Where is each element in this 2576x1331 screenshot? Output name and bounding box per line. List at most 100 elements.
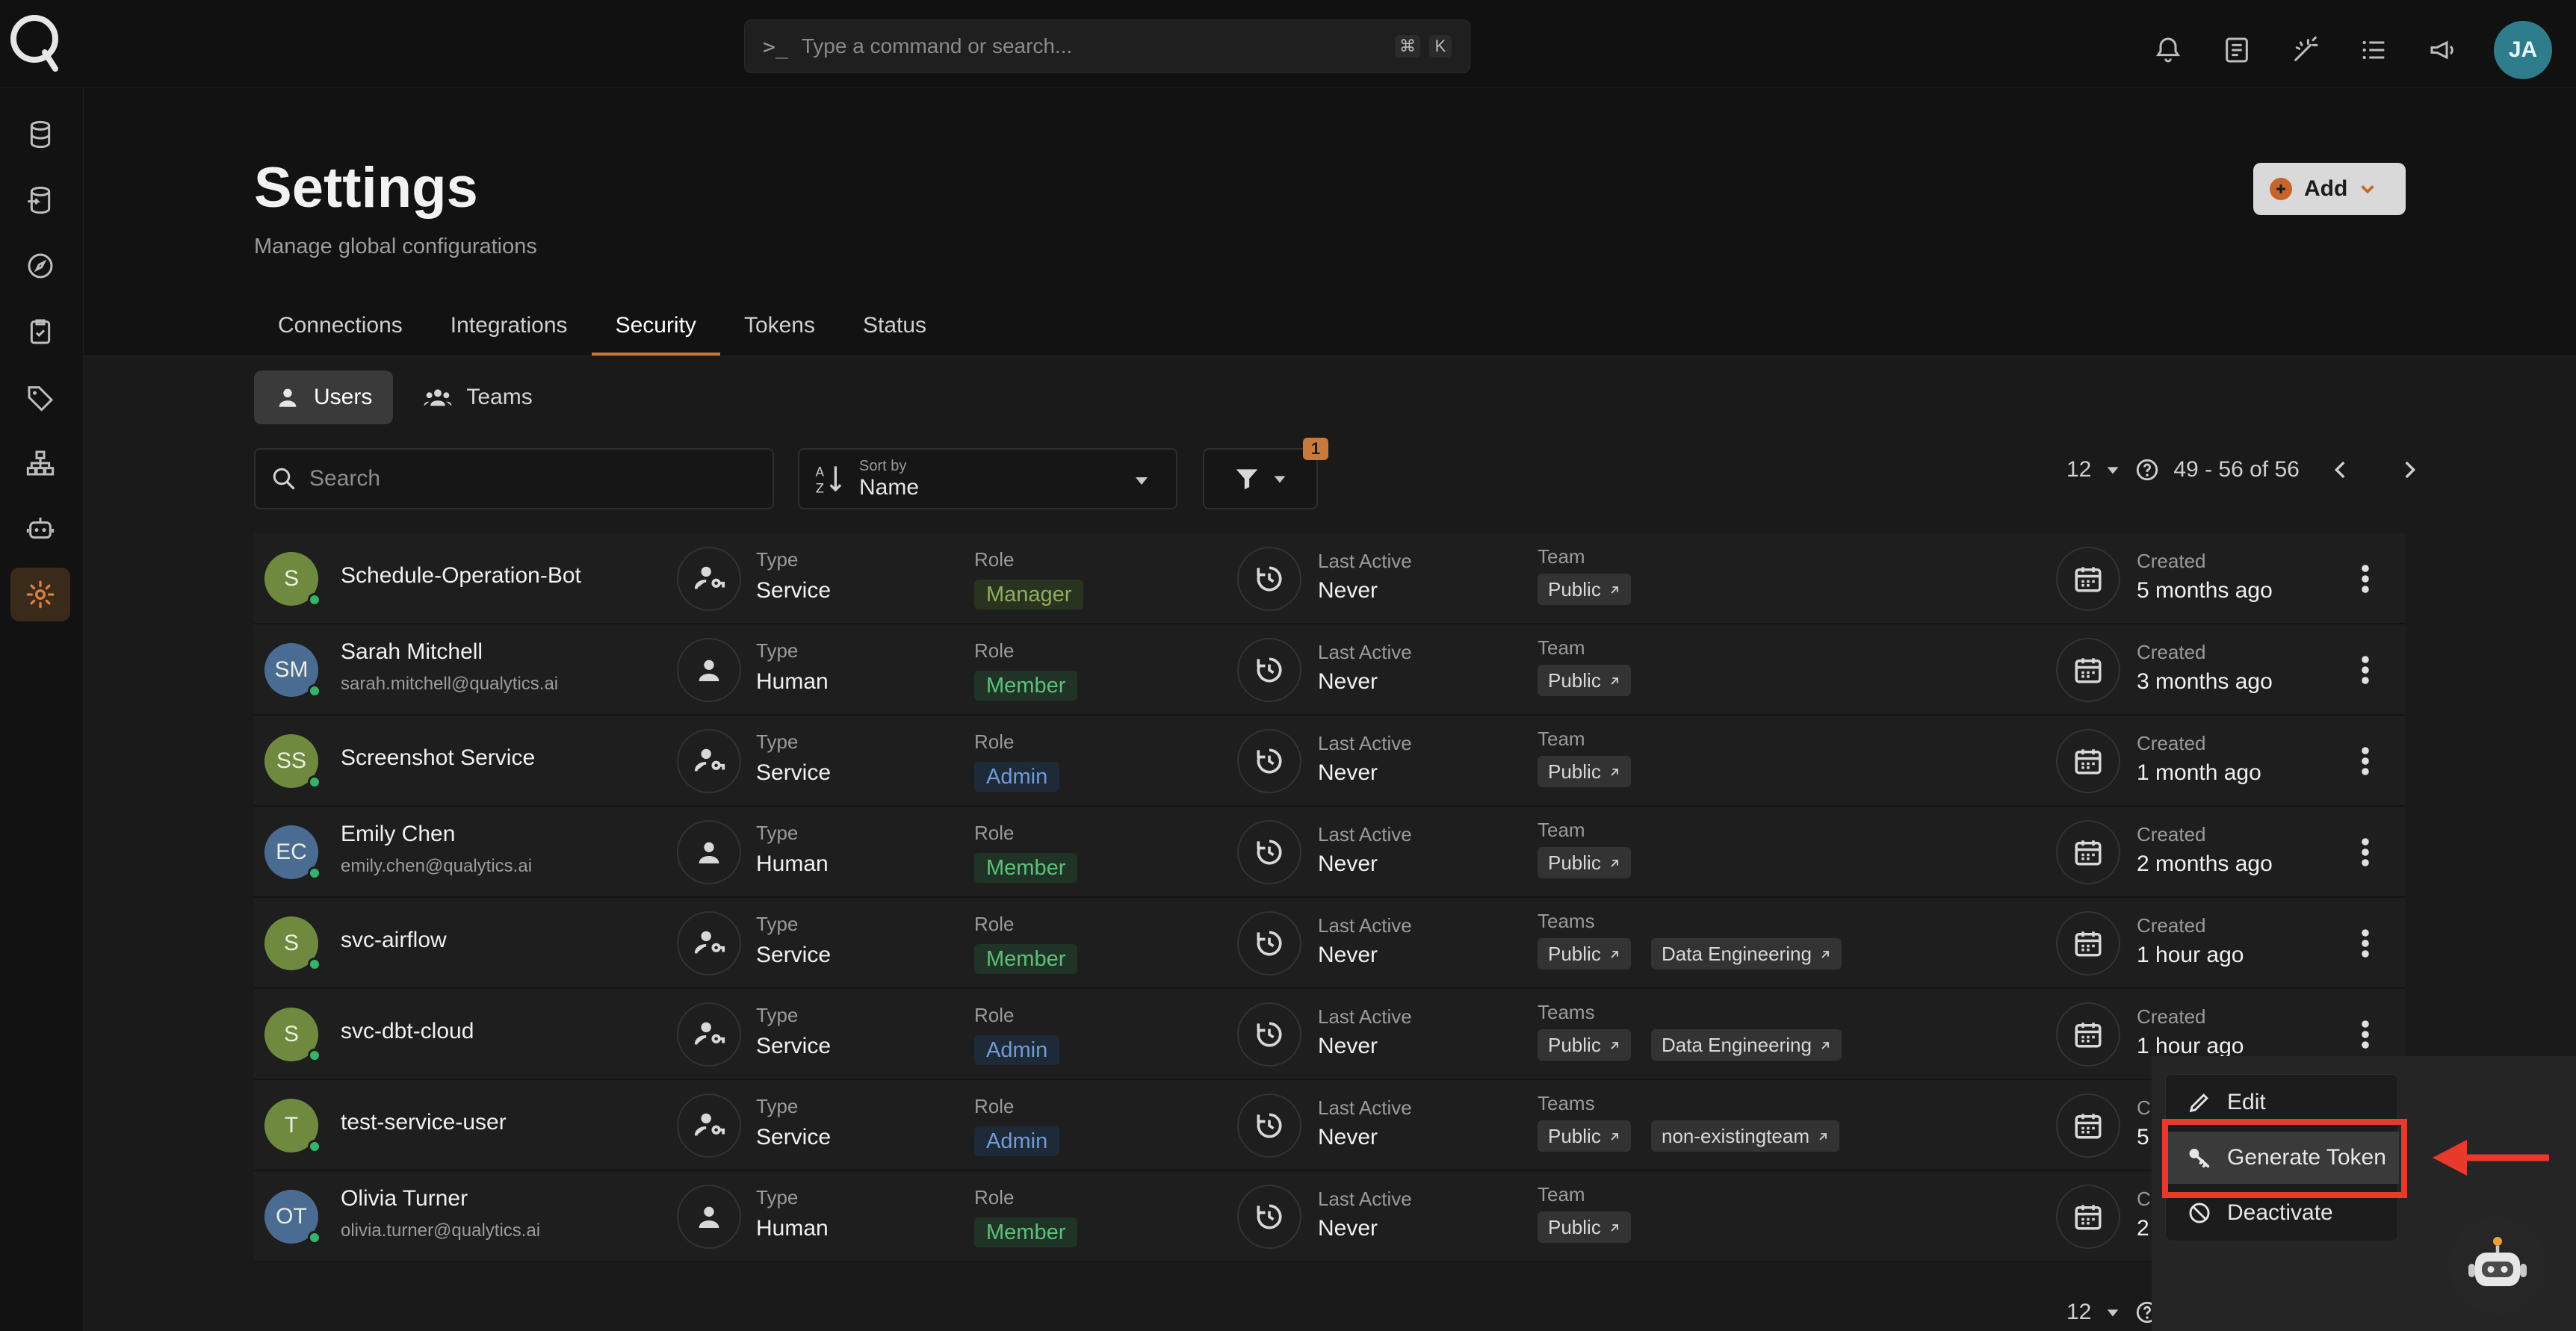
sidebar-item-settings[interactable] (10, 568, 70, 621)
type-value: Human (756, 1216, 829, 1241)
type-value: Human (756, 851, 829, 876)
team-pill[interactable]: non-existingteam (1651, 1120, 1839, 1152)
chevron-left-icon[interactable] (2328, 457, 2353, 483)
tab-security[interactable]: Security (591, 296, 721, 356)
user-email: olivia.turner@qualytics.ai (341, 1220, 541, 1241)
team-pill-label: Public (1548, 942, 1601, 965)
tab-integrations[interactable]: Integrations (427, 296, 592, 356)
team-pill[interactable]: Public (1538, 1120, 1631, 1152)
team-pill[interactable]: Data Engineering (1651, 1029, 1842, 1061)
team-pill[interactable]: Data Engineering (1651, 938, 1842, 969)
search-input[interactable] (309, 466, 728, 491)
chevron-right-icon[interactable] (2397, 457, 2422, 483)
row-more-icon[interactable] (2350, 562, 2380, 596)
sidebar-item-tags[interactable] (10, 370, 70, 424)
team-label: Teams (1538, 910, 1595, 932)
row-more-icon[interactable] (2350, 744, 2380, 778)
team-pill[interactable]: Public (1538, 1211, 1631, 1243)
tab-status[interactable]: Status (839, 296, 950, 356)
last-active-value: Never (1318, 1125, 1378, 1150)
robot-icon (26, 518, 55, 539)
users-segment[interactable]: Users (254, 370, 394, 424)
megaphone-icon[interactable] (2425, 32, 2461, 68)
role-label: Role (974, 548, 1015, 571)
search-field[interactable] (254, 448, 774, 509)
tag-icon (28, 386, 54, 412)
teams-segment[interactable]: Teams (402, 370, 553, 424)
user-name[interactable]: svc-dbt-cloud (341, 1019, 474, 1044)
sort-by-select[interactable]: AZ Sort by Name (798, 448, 1177, 509)
notifications-bell-icon[interactable] (2150, 32, 2186, 68)
tab-tokens[interactable]: Tokens (720, 296, 839, 356)
calendar-icon (2056, 729, 2120, 793)
team-pill-label: Public (1548, 1033, 1601, 1056)
team-pill[interactable]: Public (1538, 847, 1631, 878)
top-actions: JA (2150, 21, 2552, 79)
table-row[interactable]: SS Screenshot Service Type Service Role Admin… (254, 716, 2406, 807)
history-icon (1237, 820, 1301, 884)
history-icon (1237, 547, 1301, 611)
add-button[interactable]: Add (2253, 163, 2406, 215)
table-row[interactable]: Ssvc-dbt-cloud Type Service Role Admin Last A… (254, 989, 2406, 1080)
created-label: Created (2137, 550, 2206, 572)
calendar-icon (2056, 820, 2120, 884)
user-email: emily.chen@qualytics.ai (341, 856, 533, 876)
team-pill[interactable]: Public (1538, 665, 1631, 696)
sidebar-item-datastores[interactable] (10, 108, 70, 161)
sidebar-item-enrichment[interactable] (10, 173, 70, 227)
role-badge: Admin (974, 762, 1060, 792)
team-pill[interactable]: Public (1538, 938, 1631, 969)
help-icon[interactable] (2134, 457, 2160, 483)
page-size-value[interactable]: 12 (2066, 1300, 2091, 1325)
sidebar-item-checks[interactable] (10, 305, 70, 359)
team-pill[interactable]: Public (1538, 574, 1631, 605)
row-more-icon[interactable] (2350, 1017, 2380, 1052)
document-icon[interactable] (2219, 32, 2255, 68)
sidebar-item-agents[interactable] (10, 502, 70, 556)
group-icon (424, 389, 452, 406)
list-icon[interactable] (2356, 32, 2392, 68)
user-name[interactable]: Schedule-Operation-Bot (341, 563, 581, 589)
user-name[interactable]: Sarah Mitchell (341, 639, 483, 665)
user-name[interactable]: svc-airflow (341, 928, 447, 953)
table-row[interactable]: OT Olivia Turner olivia.turner@qualytics.a… (254, 1171, 2406, 1262)
user-avatar[interactable]: JA (2494, 21, 2552, 79)
page-size-value[interactable]: 12 (2066, 457, 2091, 483)
filter-button[interactable] (1203, 448, 1318, 509)
caret-down-icon[interactable] (2105, 1304, 2121, 1321)
team-pill[interactable]: Public (1538, 1029, 1631, 1061)
created-value: 3 months ago (2137, 669, 2273, 694)
annotation-arrow-icon (2433, 1140, 2549, 1176)
sidebar-item-flows[interactable] (10, 436, 70, 490)
sort-value: Name (859, 474, 920, 500)
user-name[interactable]: Emily Chen (341, 822, 455, 847)
caret-down-icon[interactable] (2105, 462, 2121, 478)
page-title: Settings (254, 156, 478, 220)
history-icon (1237, 1185, 1301, 1249)
team-pill[interactable]: Public (1538, 756, 1631, 787)
command-search-bar[interactable]: >_ Type a command or search... ⌘ K (744, 19, 1470, 73)
table-row[interactable]: EC Emily Chen emily.chen@qualytics.ai Type H… (254, 807, 2406, 898)
created-value: 1 hour ago (2137, 943, 2244, 967)
user-name[interactable]: Screenshot Service (341, 745, 535, 771)
last-active-label: Last Active (1318, 914, 1412, 937)
magic-wand-icon[interactable] (2288, 32, 2323, 68)
table-row[interactable]: Ttest-service-user Type Service Role Admin La… (254, 1080, 2406, 1171)
user-name[interactable]: Olivia Turner (341, 1186, 468, 1211)
user-name[interactable]: test-service-user (341, 1110, 507, 1135)
online-status-dot (308, 958, 321, 971)
table-row[interactable]: S Schedule-Operation-Bot Type Service Role Ma… (254, 533, 2406, 624)
assistant-bot-button[interactable] (2449, 1217, 2546, 1315)
table-row[interactable]: Ssvc-airflow Type Service Role Member Last Ac… (254, 898, 2406, 989)
qualytics-logo[interactable] (7, 10, 64, 73)
tab-connections[interactable]: Connections (254, 296, 427, 356)
last-active-value: Never (1318, 851, 1378, 876)
table-row[interactable]: SM Sarah Mitchell sarah.mitchell@qualytics… (254, 624, 2406, 716)
row-more-icon[interactable] (2350, 926, 2380, 961)
last-active-label: Last Active (1318, 550, 1412, 572)
row-more-icon[interactable] (2350, 653, 2380, 687)
row-more-icon[interactable] (2350, 835, 2380, 869)
role-badge: Admin (974, 1035, 1060, 1065)
sidebar-item-explore[interactable] (10, 239, 70, 293)
caret-down-icon (1136, 477, 1148, 485)
